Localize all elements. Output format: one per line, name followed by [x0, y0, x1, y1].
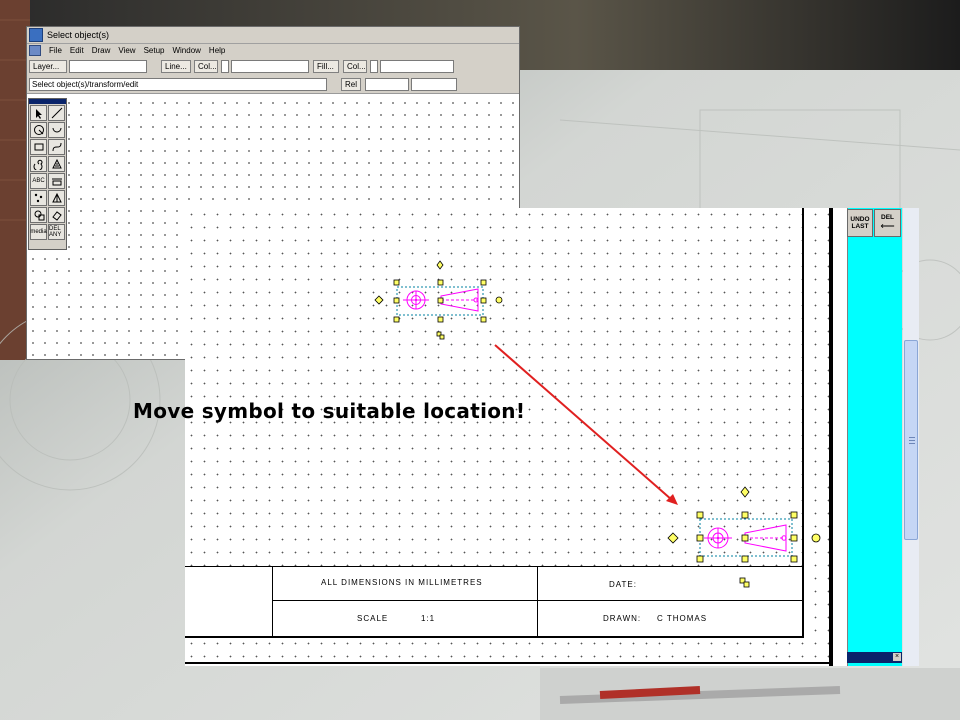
- selection-handles-original[interactable]: [374, 260, 503, 340]
- move-arrow: [494, 344, 678, 505]
- selection-handles-moved[interactable]: [667, 486, 821, 588]
- overlay-graphics: [374, 260, 821, 588]
